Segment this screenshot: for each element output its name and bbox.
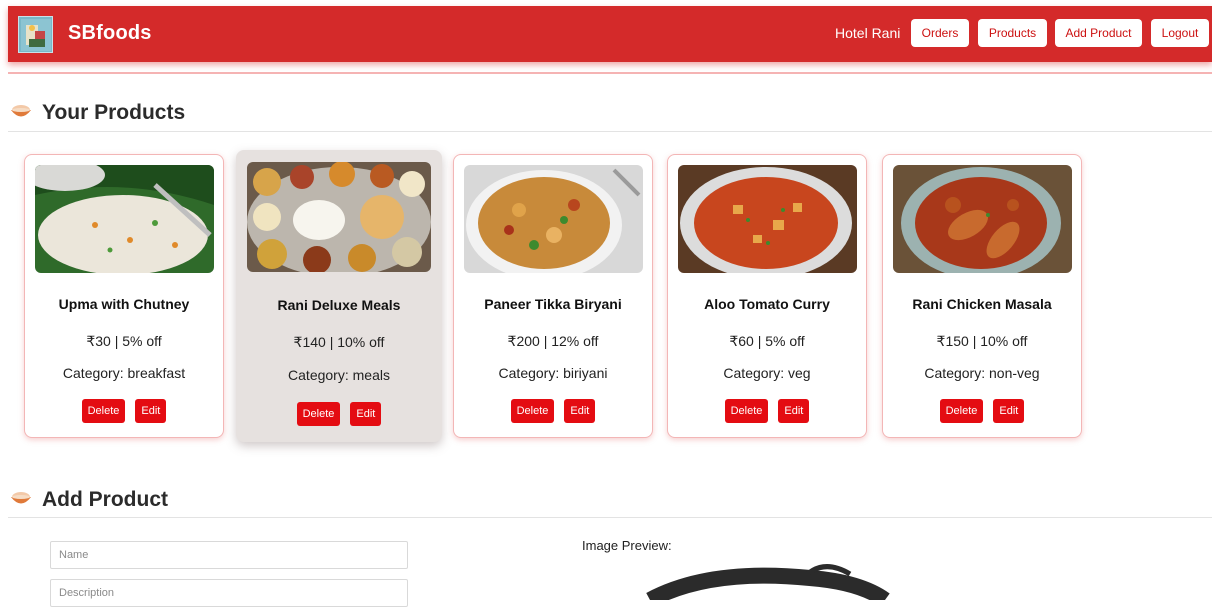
add-product-title: Add Product xyxy=(42,488,168,511)
navbar-shadow xyxy=(8,62,1212,74)
product-name: Aloo Tomato Curry xyxy=(704,296,830,312)
product-image xyxy=(247,162,431,272)
card-actions: Delete Edit xyxy=(25,399,223,423)
products-button[interactable]: Products xyxy=(978,19,1047,47)
card-actions: Delete Edit xyxy=(236,402,442,426)
brand-name[interactable]: SBfoods xyxy=(68,22,152,45)
edit-button[interactable]: Edit xyxy=(993,399,1025,423)
edit-button[interactable]: Edit xyxy=(564,399,596,423)
delete-button[interactable]: Delete xyxy=(81,399,126,423)
product-card: Rani Chicken Masala ₹150 | 10% off Categ… xyxy=(882,154,1082,438)
section-divider xyxy=(8,517,1212,518)
delete-button[interactable]: Delete xyxy=(510,399,555,423)
product-price: ₹60 | 5% off xyxy=(729,333,805,349)
image-preview-label: Image Preview: xyxy=(582,538,672,553)
product-price: ₹150 | 10% off xyxy=(936,333,1028,349)
bowl-icon xyxy=(10,101,32,125)
bowl-icon xyxy=(10,488,32,512)
product-card: Aloo Tomato Curry ₹60 | 5% off Category:… xyxy=(667,154,867,438)
card-actions: Delete Edit xyxy=(668,399,866,423)
card-actions: Delete Edit xyxy=(883,399,1081,423)
product-image xyxy=(464,165,643,273)
product-price: ₹30 | 5% off xyxy=(86,333,162,349)
logo-icon[interactable] xyxy=(18,16,53,53)
description-input[interactable] xyxy=(50,579,408,607)
edit-button[interactable]: Edit xyxy=(135,399,167,423)
product-card: Paneer Tikka Biryani ₹200 | 12% off Cate… xyxy=(453,154,653,438)
product-image xyxy=(35,165,214,273)
product-name: Upma with Chutney xyxy=(58,296,190,312)
edit-button[interactable]: Edit xyxy=(778,399,810,423)
product-name: Rani Deluxe Meals xyxy=(277,297,401,313)
user-name: Hotel Rani xyxy=(835,25,901,41)
product-category: Category: biriyani xyxy=(498,365,608,381)
delete-button[interactable]: Delete xyxy=(939,399,984,423)
product-category: Category: meals xyxy=(288,367,390,383)
your-products-heading: Your Products xyxy=(10,101,185,125)
image-preview xyxy=(620,560,900,607)
your-products-title: Your Products xyxy=(42,101,186,124)
product-card[interactable]: Rani Deluxe Meals ₹140 | 10% off Categor… xyxy=(236,150,442,442)
delete-button[interactable]: Delete xyxy=(296,402,341,426)
add-product-button[interactable]: Add Product xyxy=(1055,19,1142,47)
name-input[interactable] xyxy=(50,541,408,569)
product-category: Category: veg xyxy=(723,365,811,381)
top-navbar: SBfoods Hotel Rani Orders Products Add P… xyxy=(8,6,1212,62)
orders-button[interactable]: Orders xyxy=(911,19,969,47)
product-name: Paneer Tikka Biryani xyxy=(484,296,622,312)
add-product-heading: Add Product xyxy=(10,488,168,512)
product-category: Category: non-veg xyxy=(924,365,1040,381)
product-price: ₹200 | 12% off xyxy=(507,333,599,349)
product-image xyxy=(893,165,1072,273)
product-price: ₹140 | 10% off xyxy=(293,334,385,350)
edit-button[interactable]: Edit xyxy=(350,402,382,426)
card-actions: Delete Edit xyxy=(454,399,652,423)
delete-button[interactable]: Delete xyxy=(724,399,769,423)
logout-button[interactable]: Logout xyxy=(1151,19,1209,47)
product-image xyxy=(678,165,857,273)
product-card: Upma with Chutney ₹30 | 5% off Category:… xyxy=(24,154,224,438)
product-category: Category: breakfast xyxy=(62,365,186,381)
product-name: Rani Chicken Masala xyxy=(912,296,1052,312)
section-divider xyxy=(8,131,1212,132)
